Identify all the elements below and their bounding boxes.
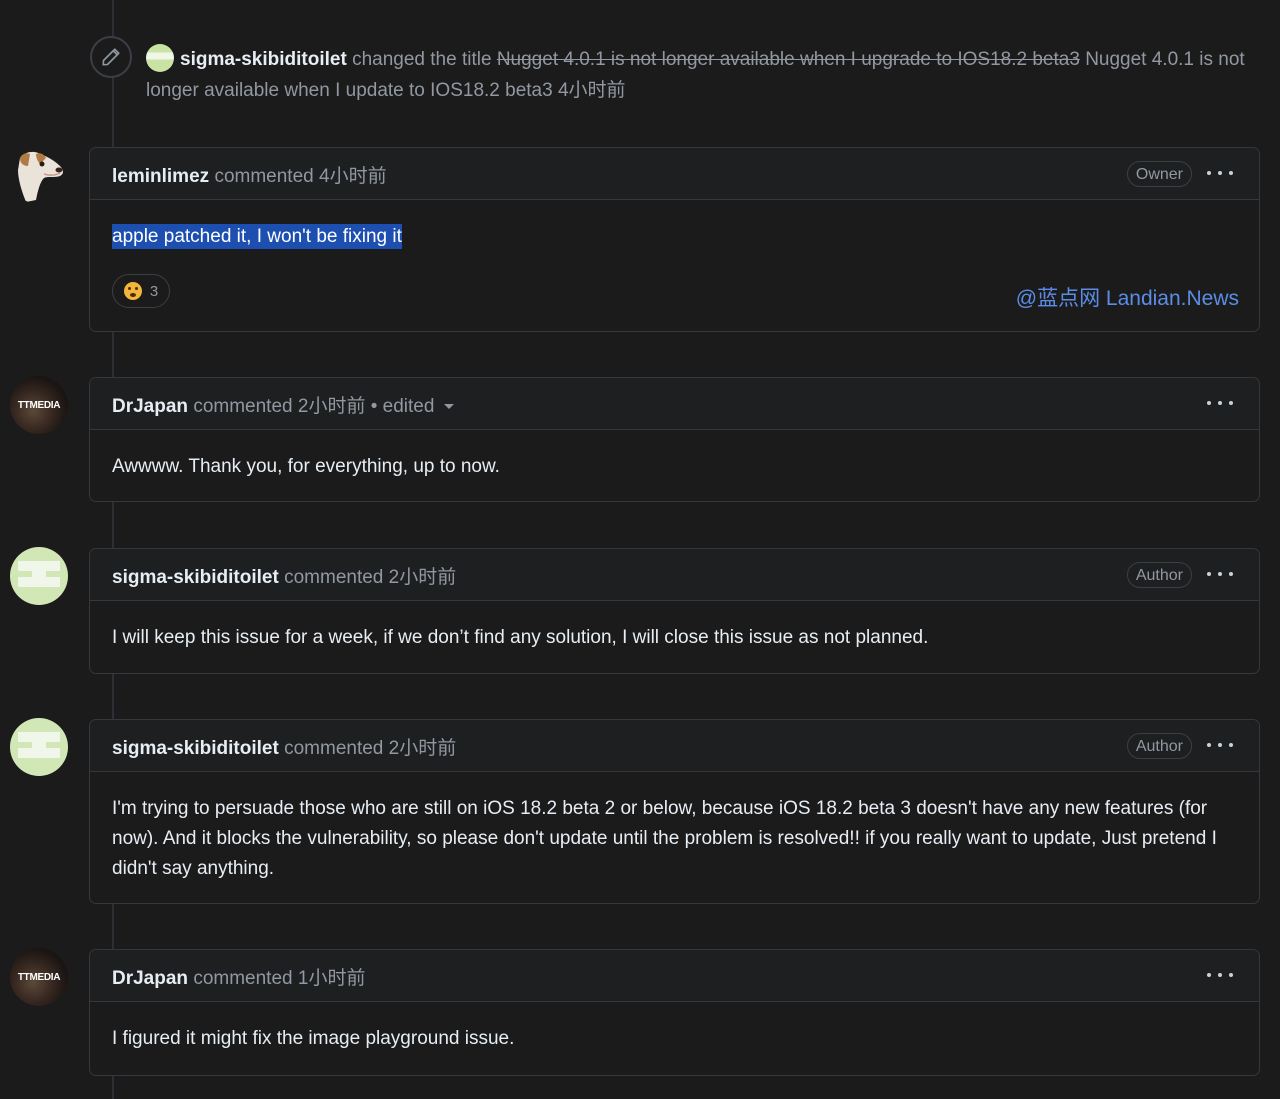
avatar-label: TTMEDIA — [17, 399, 61, 411]
chevron-down-icon — [444, 404, 455, 409]
kebab-menu-icon[interactable] — [1207, 163, 1233, 183]
comment-time-link[interactable]: 2小时前 — [389, 567, 457, 588]
confused-face-icon — [123, 282, 142, 300]
comment-body: I will keep this issue for a week, if we… — [90, 601, 1259, 675]
avatar[interactable]: TTMEDIA — [10, 948, 68, 1006]
comment-author-link[interactable]: sigma-skibiditoilet — [112, 567, 279, 588]
author-badge: Author — [1126, 562, 1192, 588]
comment-text: I will keep this issue for a week, if we… — [112, 627, 929, 648]
kebab-menu-icon[interactable] — [1207, 965, 1233, 985]
old-title: Nugget 4.0.1 is not longer available whe… — [496, 49, 1080, 70]
comment-header: DrJapan commented 1小时前 — [90, 950, 1259, 1002]
comment-meta: DrJapan commented 1小时前 — [112, 963, 365, 990]
comment-header: leminlimez commented 4小时前 Owner — [90, 148, 1259, 200]
avatar[interactable] — [10, 146, 68, 204]
comment-meta: leminlimez commented 4小时前 — [112, 161, 387, 188]
avatar-label: TTMEDIA — [17, 971, 61, 983]
comment-header: sigma-skibiditoilet commented 2小时前 Autho… — [90, 720, 1259, 772]
reaction-count: 3 — [149, 282, 159, 300]
comment-card: sigma-skibiditoilet commented 2小时前 Autho… — [89, 719, 1260, 904]
avatar[interactable]: TTMEDIA — [10, 376, 68, 434]
comment-action: commented — [284, 738, 384, 759]
comment-body: I'm trying to persuade those who are sti… — [90, 772, 1259, 906]
avatar[interactable] — [10, 547, 68, 605]
event-actor-link[interactable]: sigma-skibiditoilet — [180, 49, 347, 70]
edited-history-dropdown[interactable]: • edited — [371, 396, 455, 417]
comment-author-link[interactable]: sigma-skibiditoilet — [112, 738, 279, 759]
comment-time-link[interactable]: 2小时前 — [389, 738, 457, 759]
comment-time-link[interactable]: 4小时前 — [319, 166, 387, 187]
author-badge: Author — [1126, 733, 1192, 759]
edited-label: • edited — [370, 396, 435, 417]
comment-text: I'm trying to persuade those who are sti… — [112, 798, 1217, 879]
comment-meta: DrJapan commented 2小时前 • edited — [112, 391, 455, 418]
event-action: changed the title — [352, 49, 492, 70]
comment-body: I figured it might fix the image playgro… — [90, 1002, 1259, 1076]
comment-author-link[interactable]: DrJapan — [112, 396, 188, 417]
watermark-text: @蓝点网 Landian.News — [1015, 287, 1239, 310]
issue-timeline: sigma-skibiditoilet changed the title Nu… — [0, 0, 1280, 1099]
comment-meta: sigma-skibiditoilet commented 2小时前 — [112, 733, 456, 760]
kebab-menu-icon[interactable] — [1207, 735, 1233, 755]
comment-action: commented — [193, 396, 293, 417]
reaction-button[interactable]: 3 — [112, 274, 170, 308]
comment-header: sigma-skibiditoilet commented 2小时前 Autho… — [90, 549, 1259, 601]
kebab-menu-icon[interactable] — [1207, 564, 1233, 584]
comment-text: Awwww. Thank you, for everything, up to … — [112, 456, 500, 477]
comment-time-link[interactable]: 2小时前 — [298, 396, 366, 417]
comment-text: apple patched it, I won't be fixing it — [112, 224, 402, 249]
comment-card: sigma-skibiditoilet commented 2小时前 Autho… — [89, 548, 1260, 674]
owner-badge: Owner — [1126, 161, 1192, 187]
comment-text: I figured it might fix the image playgro… — [112, 1028, 515, 1049]
comment-time-link[interactable]: 1小时前 — [298, 968, 366, 989]
event-time-link[interactable]: 4小时前 — [558, 80, 626, 101]
comment-card: leminlimez commented 4小时前 Owner apple pa… — [89, 147, 1260, 332]
comment-body: Awwww. Thank you, for everything, up to … — [90, 430, 1259, 504]
comment-action: commented — [284, 567, 384, 588]
comment-action: commented — [193, 968, 293, 989]
comment-meta: sigma-skibiditoilet commented 2小时前 — [112, 562, 456, 589]
kebab-menu-icon[interactable] — [1207, 393, 1233, 413]
comment-card: DrJapan commented 1小时前 I figured it migh… — [89, 949, 1260, 1076]
pencil-icon — [90, 36, 132, 78]
comment-body: apple patched it, I won't be fixing it — [90, 200, 1259, 274]
comment-author-link[interactable]: DrJapan — [112, 968, 188, 989]
comment-author-link[interactable]: leminlimez — [112, 166, 209, 187]
title-change-text: sigma-skibiditoilet changed the title Nu… — [146, 44, 1256, 106]
comment-card: DrJapan commented 2小时前 • edited Awwww. T… — [89, 377, 1260, 502]
comment-action: commented — [214, 166, 314, 187]
actor-avatar[interactable] — [146, 44, 174, 72]
avatar[interactable] — [10, 718, 68, 776]
comment-header: DrJapan commented 2小时前 • edited — [90, 378, 1259, 430]
